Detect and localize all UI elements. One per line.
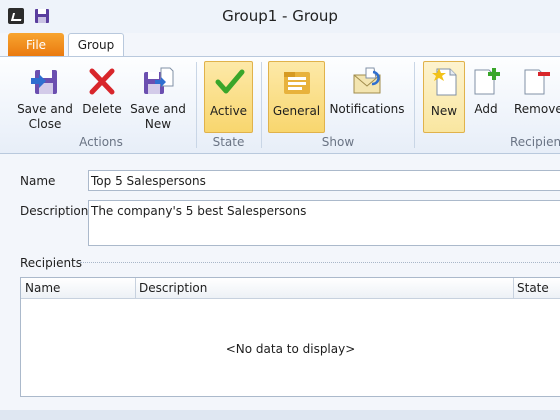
group-label-recipients: Recipient <box>510 135 560 149</box>
general-label: General <box>272 104 321 118</box>
ribbon-separator <box>196 62 197 148</box>
delete-icon <box>88 66 116 100</box>
column-header-description[interactable]: Description <box>139 281 207 295</box>
column-header-name[interactable]: Name <box>25 281 60 295</box>
envelope-icon <box>352 66 384 100</box>
column-separator[interactable] <box>135 278 136 298</box>
column-header-state[interactable]: State <box>517 281 549 295</box>
active-toggle-button[interactable]: Active <box>204 61 253 133</box>
remove-recipient-button[interactable]: Remove <box>510 62 560 132</box>
checkmark-icon <box>215 68 245 100</box>
folder-icon <box>282 67 312 101</box>
new-recipient-button[interactable]: New <box>423 61 465 133</box>
new-label: New <box>430 104 458 118</box>
add-label: Add <box>474 102 498 116</box>
group-label-actions: Actions <box>79 135 123 149</box>
description-input[interactable]: The company's 5 best Salespersons <box>88 200 560 246</box>
window-title: Group1 - Group <box>222 7 338 25</box>
section-divider <box>80 262 560 263</box>
notifications-label: Notifications <box>329 102 405 116</box>
save-new-label-2: New <box>144 117 172 131</box>
status-strip <box>0 410 560 420</box>
remove-label: Remove <box>514 102 560 116</box>
new-document-icon <box>432 66 460 102</box>
ribbon-separator <box>261 62 262 148</box>
recipients-section-label: Recipients <box>20 256 83 270</box>
active-label: Active <box>209 104 248 118</box>
group-label-show: Show <box>321 135 355 149</box>
save-and-new-button[interactable]: Save and New <box>128 62 188 132</box>
column-separator[interactable] <box>513 278 514 298</box>
save-and-close-button[interactable]: Save and Close <box>14 62 76 132</box>
save-new-icon <box>142 66 174 100</box>
save-close-icon <box>29 66 59 100</box>
name-label: Name <box>20 174 56 188</box>
save-new-label-1: Save and <box>130 102 186 116</box>
save-close-label-2: Close <box>28 117 62 131</box>
description-label: Description <box>20 204 89 218</box>
group-label-state: State <box>212 135 245 149</box>
grid-header <box>21 278 560 299</box>
add-recipient-button[interactable]: Add <box>468 62 504 132</box>
grid-empty-message: <No data to display> <box>225 342 356 356</box>
tab-file[interactable]: File <box>8 33 64 57</box>
delete-button[interactable]: Delete <box>80 62 124 132</box>
tab-group[interactable]: Group <box>68 33 124 57</box>
general-view-button[interactable]: General <box>268 61 325 133</box>
name-input[interactable]: Top 5 Salespersons <box>88 170 560 191</box>
add-document-icon <box>472 66 502 100</box>
notifications-view-button[interactable]: Notifications <box>328 62 406 132</box>
ribbon-separator <box>414 62 415 148</box>
save-close-label-1: Save and <box>17 102 73 116</box>
delete-label: Delete <box>82 102 122 116</box>
remove-document-icon <box>522 66 552 100</box>
